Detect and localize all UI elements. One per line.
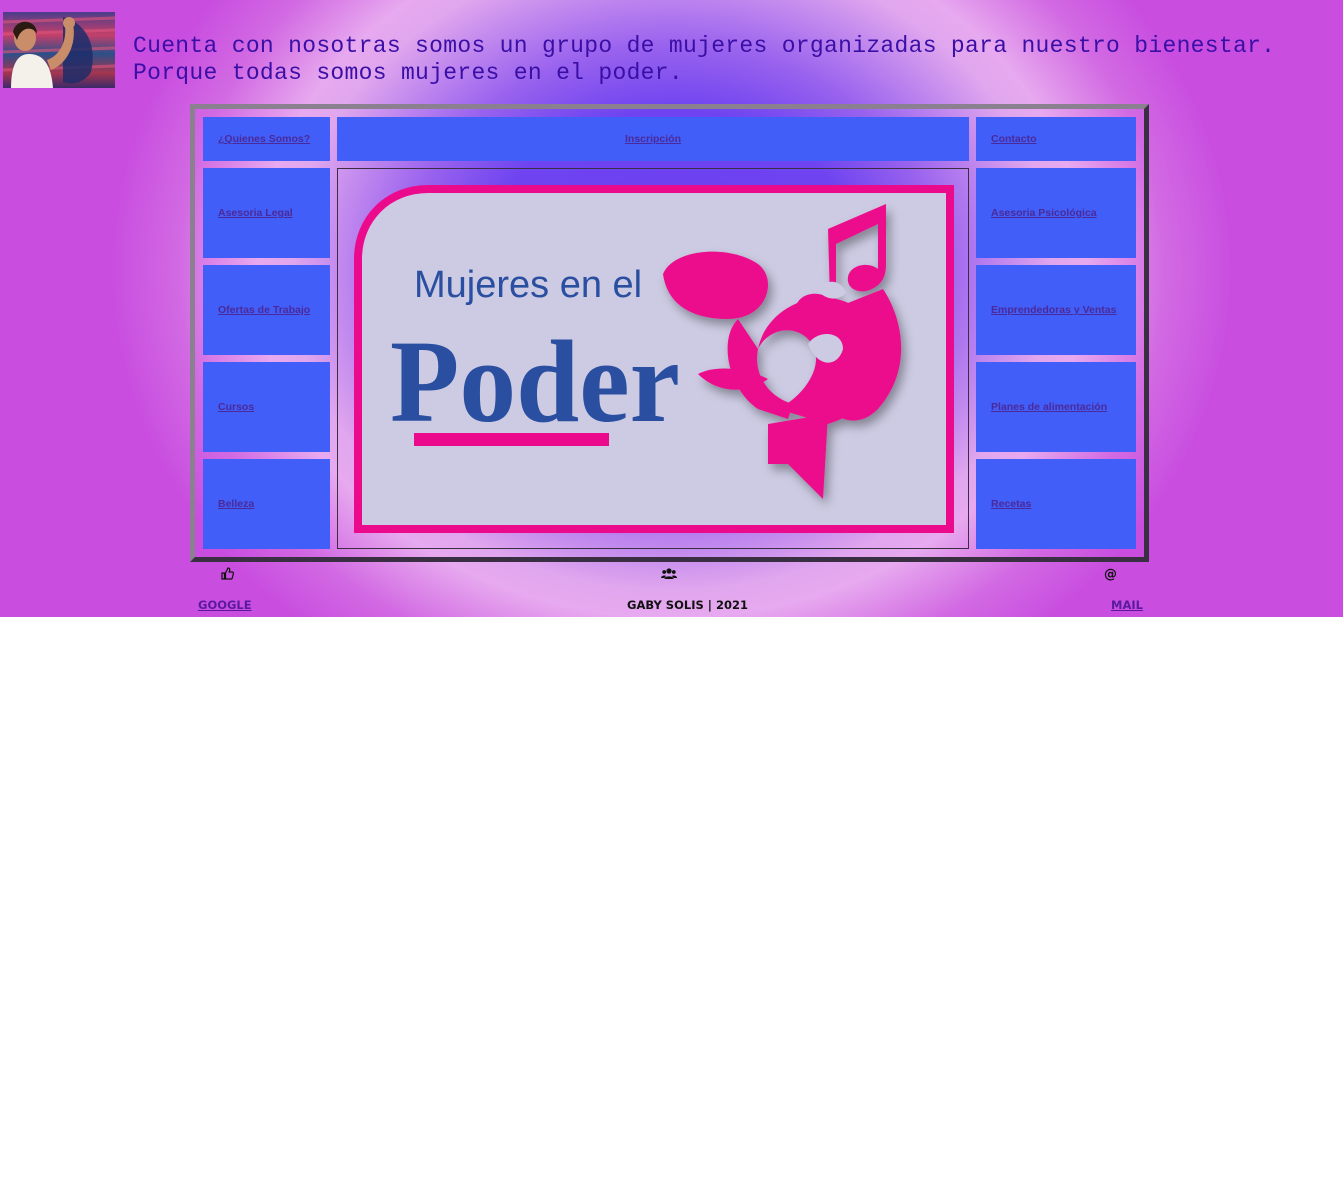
nav-link-belleza[interactable]: Belleza bbox=[203, 498, 254, 510]
nav-cell-quienes-somos: ¿Quienes Somos? bbox=[203, 117, 330, 161]
nav-cell-planes-de-alimentacion: Planes de alimentación bbox=[976, 362, 1136, 452]
banner-cell: Mujeres en el Poder bbox=[337, 168, 969, 549]
banner-line1: Mujeres en el bbox=[414, 264, 642, 306]
mujeres-en-el-poder-logo: Mujeres en el Poder bbox=[354, 185, 954, 533]
nav-cell-belleza: Belleza bbox=[203, 459, 330, 549]
nav-link-asesoria-legal[interactable]: Asesoria Legal bbox=[203, 207, 293, 219]
page-headline: Cuenta con nosotras somos un grupo de mu… bbox=[133, 33, 1276, 86]
nav-link-contacto[interactable]: Contacto bbox=[976, 133, 1037, 145]
nav-cell-contacto: Contacto bbox=[976, 117, 1136, 161]
nav-cell-emprendedoras-y-ventas: Emprendedoras y Ventas bbox=[976, 265, 1136, 355]
footer-credit: GABY SOLIS | 2021 bbox=[627, 598, 748, 612]
google-link[interactable]: GOOGLE bbox=[198, 598, 252, 612]
nav-link-inscripcion[interactable]: Inscripción bbox=[625, 133, 681, 145]
nav-cell-inscripcion: Inscripción bbox=[337, 117, 969, 161]
thumbs-up-icon bbox=[221, 567, 235, 584]
nav-link-ofertas-de-trabajo[interactable]: Ofertas de Trabajo bbox=[203, 304, 310, 316]
nav-cell-asesoria-legal: Asesoria Legal bbox=[203, 168, 330, 258]
nav-link-quienes-somos[interactable]: ¿Quienes Somos? bbox=[203, 133, 310, 145]
nav-cell-ofertas-de-trabajo: Ofertas de Trabajo bbox=[203, 265, 330, 355]
header-logo-image bbox=[3, 12, 115, 88]
banner-underline bbox=[414, 433, 609, 446]
page-background: Cuenta con nosotras somos un grupo de mu… bbox=[0, 0, 1343, 617]
nav-link-asesoria-psicologica[interactable]: Asesoria Psicológica bbox=[976, 207, 1097, 219]
nav-link-emprendedoras-y-ventas[interactable]: Emprendedoras y Ventas bbox=[976, 304, 1116, 316]
nav-cell-recetas: Recetas bbox=[976, 459, 1136, 549]
users-icon bbox=[661, 567, 677, 584]
nav-cell-asesoria-psicologica: Asesoria Psicológica bbox=[976, 168, 1136, 258]
mail-link[interactable]: MAIL bbox=[1111, 598, 1143, 612]
nav-link-recetas[interactable]: Recetas bbox=[976, 498, 1031, 510]
nav-link-planes-de-alimentacion[interactable]: Planes de alimentación bbox=[976, 401, 1107, 413]
nav-cell-cursos: Cursos bbox=[203, 362, 330, 452]
at-sign-icon: @ bbox=[1104, 567, 1117, 582]
nav-link-cursos[interactable]: Cursos bbox=[203, 401, 254, 413]
banner-line2: Poder bbox=[390, 316, 680, 447]
